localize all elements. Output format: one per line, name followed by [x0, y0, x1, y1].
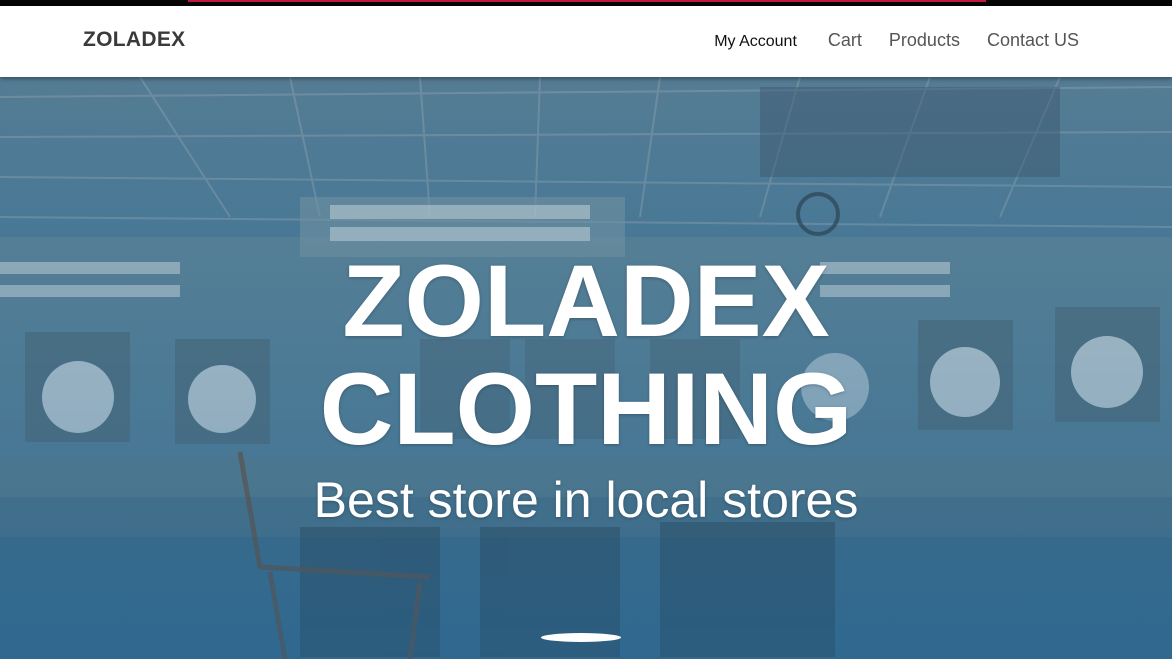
- carousel-indicator[interactable]: [541, 633, 621, 642]
- navbar: ZOLADEX My Account Cart Products Contact…: [0, 6, 1172, 77]
- nav-contact-us[interactable]: Contact US: [987, 30, 1079, 51]
- hero-banner: ZOLADEX CLOTHING Best store in local sto…: [0, 77, 1172, 659]
- nav-cart[interactable]: Cart: [828, 30, 862, 51]
- nav-my-account[interactable]: My Account: [714, 33, 797, 51]
- hero-tagline: Best store in local stores: [313, 472, 859, 528]
- hero-title-line2: CLOTHING: [319, 352, 853, 466]
- hero-title-line1: ZOLADEX: [342, 244, 830, 358]
- brand-logo[interactable]: ZOLADEX: [83, 28, 185, 52]
- hero-title: ZOLADEX CLOTHING: [0, 247, 1172, 463]
- top-accent-line: [188, 0, 986, 2]
- nav-menu: My Account Cart Products Contact US: [714, 30, 1079, 51]
- nav-products[interactable]: Products: [889, 30, 960, 51]
